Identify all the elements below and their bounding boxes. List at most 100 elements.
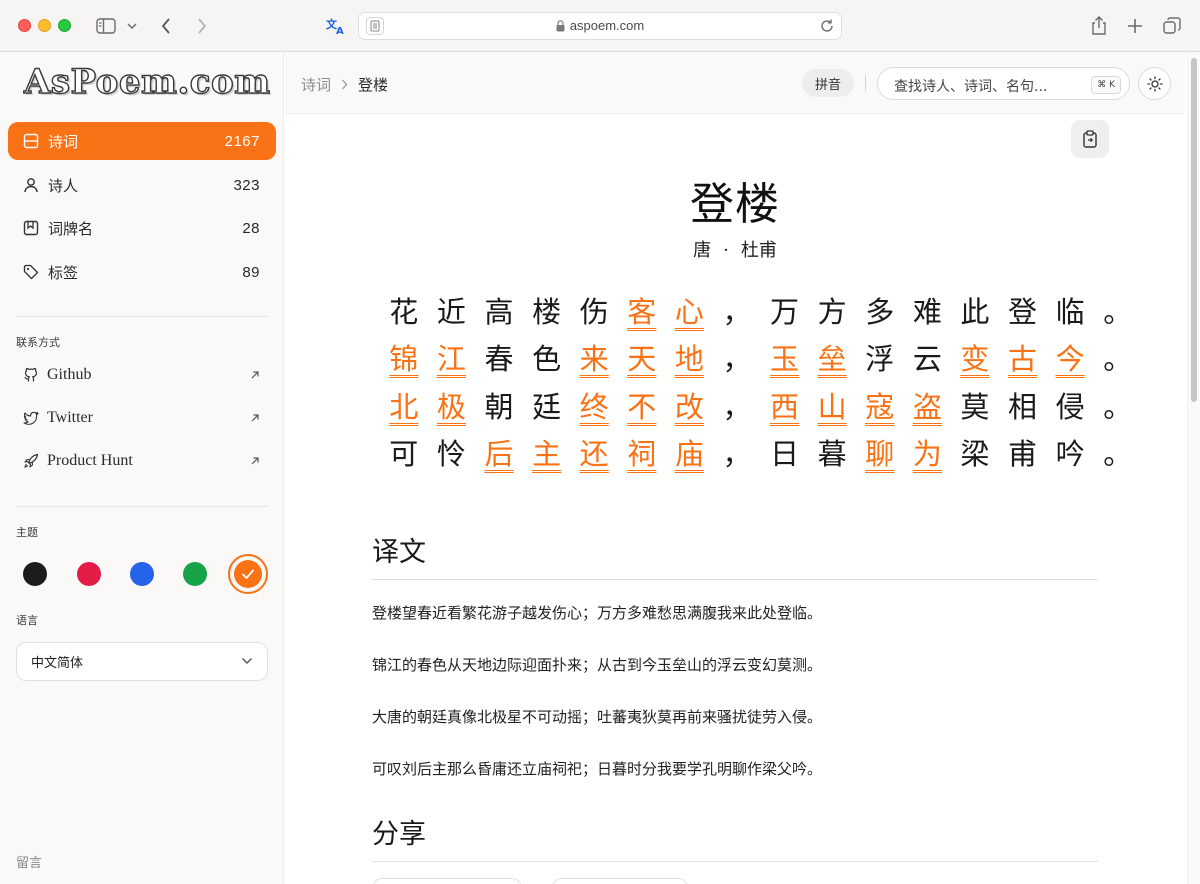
poem-text: 莫相侵。 (960, 389, 1133, 424)
theme-swatch-green[interactable] (183, 562, 207, 586)
feedback-link[interactable]: 留言 (16, 852, 42, 871)
top-bar: 诗词 登楼 拼音 查找诗人、诗词、名句... ⌘ K (285, 52, 1185, 114)
nav-count: 2167 (224, 132, 260, 150)
breadcrumb-root[interactable]: 诗词 (301, 74, 331, 95)
tab-overview-icon[interactable] (1160, 12, 1184, 40)
poem-text: 花近高楼伤 (389, 294, 609, 329)
site-logo[interactable]: AsPoem.com (23, 61, 271, 102)
language-value: 中文简体 (31, 656, 84, 671)
theme-toggle-button[interactable] (1138, 67, 1171, 100)
scrollbar-thumb[interactable] (1191, 58, 1197, 402)
nav-label: 词牌名 (48, 219, 94, 238)
poem-text: 浮云 (865, 342, 942, 377)
poem-line: 花近高楼伤客心 ，万方多难此登临。 (380, 286, 1132, 334)
bookmark-box-icon (22, 219, 40, 237)
address-bar[interactable]: aspoem.com (358, 12, 842, 40)
pinyin-toggle-button[interactable]: 拼音 (802, 69, 854, 97)
share-icon[interactable] (1088, 12, 1110, 40)
nav-label: 诗人 (48, 176, 79, 195)
nav-count: 28 (242, 219, 260, 237)
poem-list-icon (22, 132, 40, 150)
link-product-hunt[interactable]: Product Hunt (8, 443, 276, 479)
nav-count: 323 (233, 176, 260, 194)
annotated-phrase[interactable]: 寇盗 (856, 384, 951, 426)
nav-item-cipai[interactable]: 词牌名 28 (8, 209, 276, 247)
link-label: Github (47, 366, 92, 383)
nav-label: 标签 (48, 263, 79, 282)
language-select[interactable]: 中文简体 (16, 642, 268, 681)
poem-text: ，日暮 (722, 437, 847, 472)
theme-swatch-blue[interactable] (130, 562, 154, 586)
reload-icon[interactable] (819, 18, 835, 38)
copy-poem-button[interactable] (1071, 120, 1109, 158)
annotated-phrase[interactable]: 来天地 (570, 336, 713, 378)
url-text: aspoem.com (569, 18, 645, 33)
nav-label: 诗词 (48, 132, 79, 151)
theme-swatch-black[interactable] (23, 562, 47, 586)
back-arrow-icon[interactable] (156, 12, 176, 40)
new-tab-icon[interactable] (1124, 12, 1146, 40)
nav-item-tags[interactable]: 标签 89 (8, 253, 276, 291)
nav-count: 89 (242, 263, 260, 281)
divider (16, 316, 268, 317)
divider (16, 506, 268, 507)
chevron-down-icon[interactable] (124, 12, 140, 40)
forward-arrow-icon[interactable] (192, 12, 212, 40)
close-window-button[interactable] (18, 19, 31, 32)
poem-content: 花近高楼伤客心 ，万方多难此登临。锦江春色来天地 ， 玉垒浮云变古今。北极朝廷终不改 ，… (380, 286, 1132, 477)
theme-swatch-orange[interactable] (228, 554, 268, 594)
external-link-icon (250, 409, 260, 427)
tag-icon (22, 263, 40, 281)
sidebar: AsPoem.com 诗词 2167 诗人 323 词牌名 28 标签 89 联… (0, 52, 284, 884)
github-icon (22, 366, 40, 384)
lock-icon (556, 20, 565, 35)
poem-text: 朝廷 (484, 389, 562, 424)
translate-icon[interactable]: 文A (324, 12, 348, 40)
poem-dynasty[interactable]: 唐 (693, 240, 711, 261)
share-heading: 分享 (372, 812, 1098, 862)
link-twitter[interactable]: Twitter (8, 400, 276, 436)
annotated-phrase[interactable]: 西山 (761, 384, 856, 426)
share-card[interactable] (372, 878, 522, 884)
annotated-phrase[interactable]: 聊为 (856, 431, 951, 473)
page-scrollbar[interactable] (1187, 52, 1200, 884)
translation-heading: 译文 (372, 530, 1098, 580)
poem-line: 可怜后主还祠庙 ，日暮聊为梁甫吟。 (380, 429, 1132, 477)
annotated-phrase[interactable]: 北极 (380, 384, 475, 426)
external-link-icon (250, 452, 260, 470)
annotated-phrase[interactable]: 玉垒 (761, 336, 856, 378)
annotated-phrase[interactable]: 锦江 (380, 336, 475, 378)
chevron-right-icon (341, 79, 348, 90)
link-github[interactable]: Github (8, 357, 276, 393)
poem-text: 可怜 (389, 437, 466, 472)
breadcrumb-current: 登楼 (358, 76, 389, 94)
annotated-phrase[interactable]: 客心 (618, 289, 713, 331)
nav-item-poems[interactable]: 诗词 2167 (8, 122, 276, 160)
translation-line: 大唐的朝廷真像北极星不可动摇；吐蕃夷狄莫再前来骚扰徒劳入侵。 (372, 708, 823, 726)
rocket-icon (22, 452, 40, 470)
poem-text: 梁甫吟。 (960, 437, 1133, 472)
annotated-phrase[interactable]: 变古今 (951, 336, 1094, 378)
annotated-phrase[interactable]: 终不改 (570, 384, 713, 426)
annotated-phrase[interactable]: 后主 (475, 431, 570, 473)
search-input[interactable]: 查找诗人、诗词、名句... ⌘ K (877, 67, 1130, 100)
minimize-window-button[interactable] (38, 19, 51, 32)
annotated-phrase[interactable]: 还祠庙 (570, 431, 713, 473)
svg-text:A: A (336, 26, 344, 36)
poem-author[interactable]: 杜甫 (741, 240, 777, 261)
user-icon (22, 176, 40, 194)
theme-swatch-red[interactable] (77, 562, 101, 586)
browser-toolbar: 文A aspoem.com (0, 0, 1200, 52)
search-shortcut: ⌘ K (1091, 76, 1121, 94)
clipboard-icon (1083, 130, 1097, 148)
sidebar-toggle-icon[interactable] (94, 12, 118, 40)
translation-line: 可叹刘后主那么昏庸还立庙祠祀；日暮时分我要学孔明聊作梁父吟。 (372, 760, 823, 778)
language-section-title: 语言 (16, 614, 38, 627)
search-placeholder: 查找诗人、诗词、名句... (894, 79, 1048, 95)
translation-line: 登楼望春近看繁花游子越发伤心；万方多难愁思满腹我来此处登临。 (372, 604, 823, 622)
zoom-window-button[interactable] (58, 19, 71, 32)
poem-text: ，万方多难此登临。 (722, 294, 1133, 329)
nav-item-poets[interactable]: 诗人 323 (8, 166, 276, 204)
share-card[interactable] (552, 878, 688, 884)
divider (865, 75, 866, 91)
